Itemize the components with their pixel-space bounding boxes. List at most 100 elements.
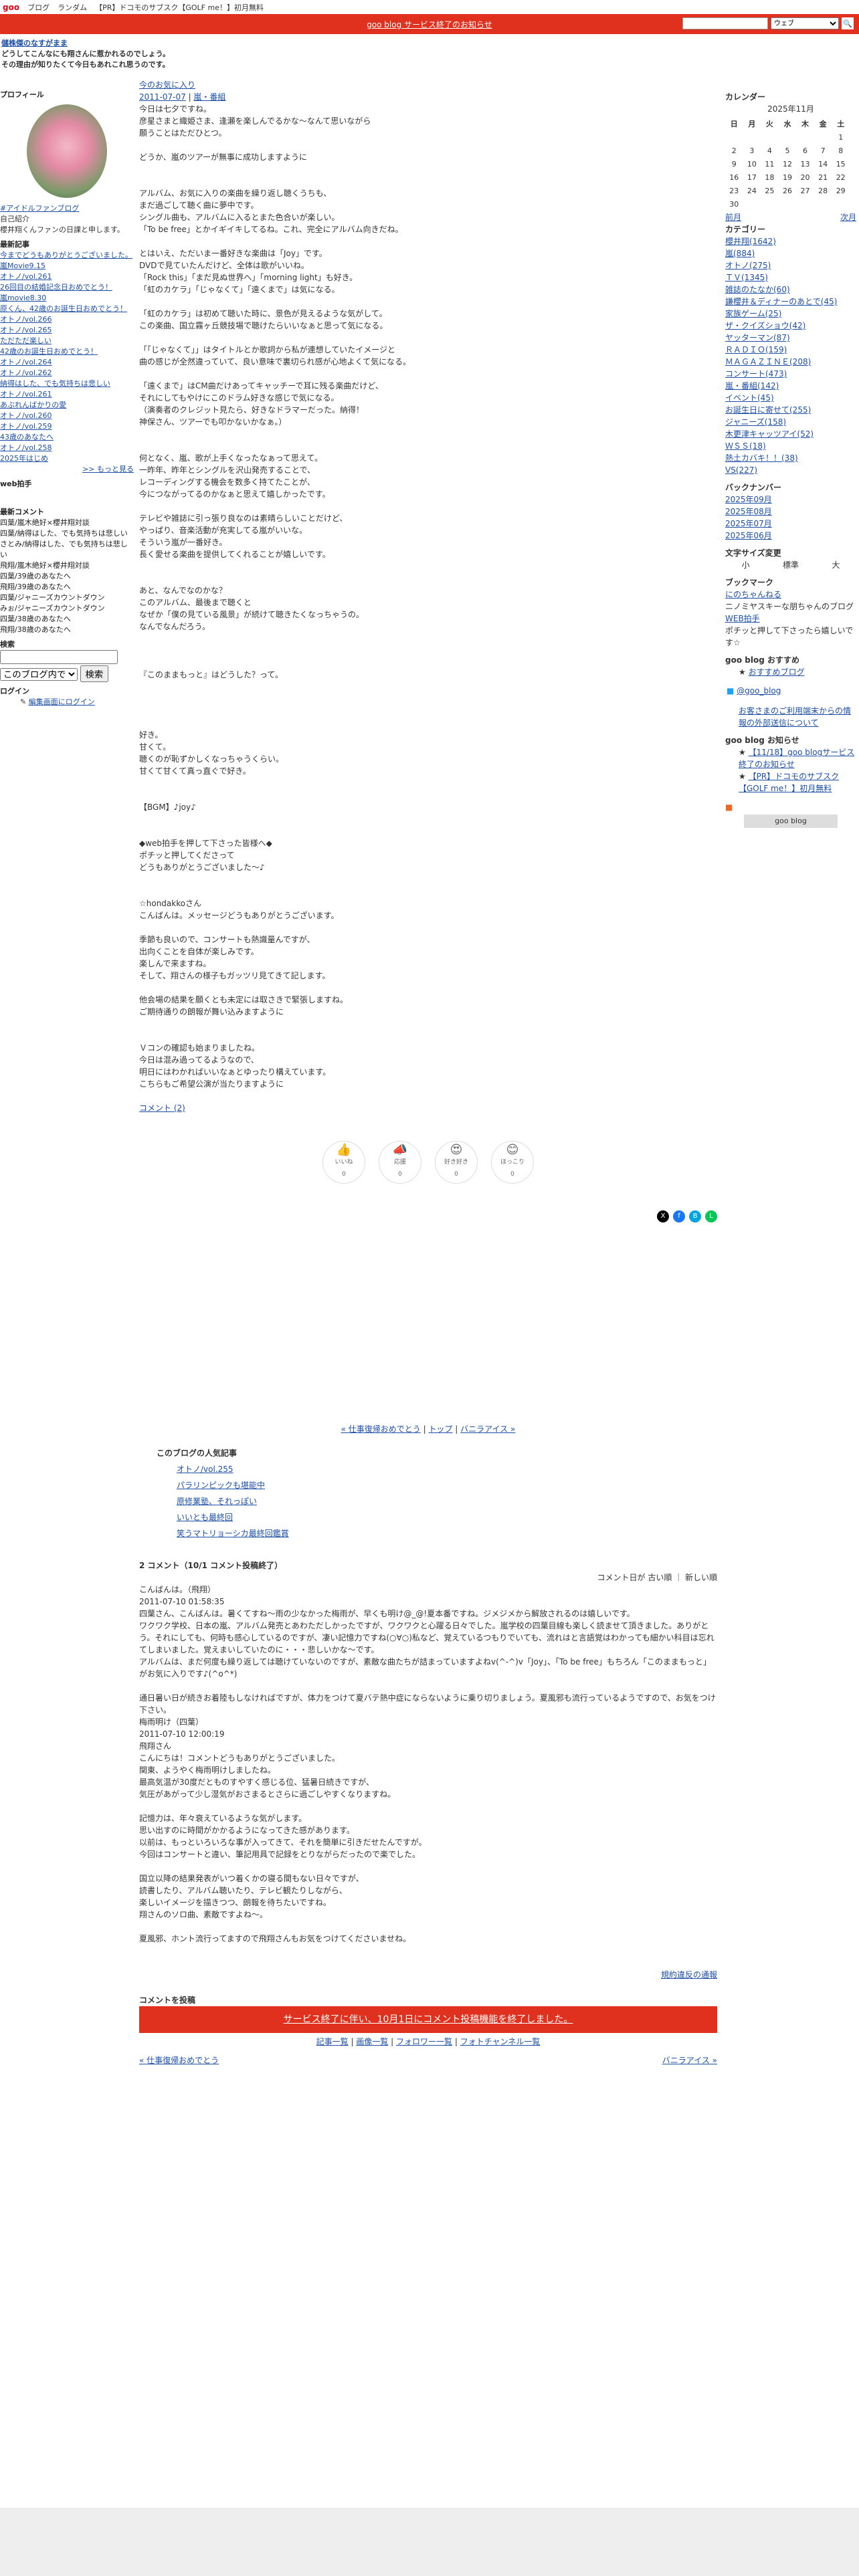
recent-item-link[interactable]: オトノ/vol.259 <box>0 422 52 431</box>
backnumber-link[interactable]: 2025年08月 <box>725 507 772 516</box>
next-post-link[interactable]: バニラアイス » <box>460 1424 515 1434</box>
goo-logo[interactable]: goo <box>3 3 19 12</box>
post-date[interactable]: 2011-07-07 <box>139 92 186 102</box>
category-item-link[interactable]: ヤッターマン(87) <box>725 333 790 342</box>
category-item-link[interactable]: ジャニーズ(158) <box>725 417 786 427</box>
twitter-link[interactable]: @goo_blog <box>737 686 781 695</box>
recent-item-link[interactable]: オトノ/vol.264 <box>0 358 52 366</box>
recent-item-link[interactable]: 原くん、42歳のお誕生日おめでとう！ <box>0 304 127 313</box>
backnumber-link[interactable]: 2025年09月 <box>725 495 772 504</box>
comment-item[interactable]: 四葉/嵐木絶好×櫻井翔対談 <box>0 518 134 528</box>
follower-list-link[interactable]: フォロワー一覧 <box>396 2037 452 2046</box>
popular-item-link[interactable]: 原修業塾、それっぽい <box>177 1495 717 1507</box>
category-item-link[interactable]: イベント(45) <box>725 393 774 403</box>
login-link[interactable]: 編集画面にログイン <box>29 697 95 706</box>
recent-item-link[interactable]: 今までどうもありがとうございました。 <box>0 251 132 259</box>
top-link-blog[interactable]: ブログ <box>27 2 50 13</box>
recent-item-link[interactable]: 納得はした、でも気持ちは悲しい <box>0 379 110 388</box>
blog-search-button[interactable]: 検索 <box>80 665 109 682</box>
recent-item-link[interactable]: ただただ楽しい <box>0 336 52 345</box>
external-info-link[interactable]: お客さまのご利用端末からの情報の外部送信について <box>739 706 851 728</box>
report-link[interactable]: 規約違反の通報 <box>661 1970 717 1979</box>
comment-item[interactable]: 四葉/納得はした、でも気持ちは悲しい <box>0 528 134 539</box>
recent-item-link[interactable]: あぶれんばかりの愛 <box>0 401 66 409</box>
recent-item-link[interactable]: 43歳のあなたへ <box>0 433 54 441</box>
blog-title[interactable]: 儲株傑のなすがまま <box>1 39 68 47</box>
font-normal-button[interactable]: 標準 <box>783 559 799 571</box>
recent-item-link[interactable]: 42歳のお誕生日おめでとう！ <box>0 347 98 356</box>
web-clap-image[interactable] <box>0 490 134 503</box>
recent-item-link[interactable]: オトノ/vol.261 <box>0 390 52 399</box>
top-link[interactable]: トップ <box>428 1424 452 1434</box>
reaction-cheer[interactable]: 📣 応援 0 <box>379 1141 421 1184</box>
calendar-prev-link[interactable]: 前月 <box>725 211 741 223</box>
category-item-link[interactable]: ＲＡＤＩＯ(159) <box>725 345 787 354</box>
post-category[interactable]: 嵐・番組 <box>193 92 225 102</box>
prev-post-link[interactable]: « 仕事復帰おめでとう <box>341 1424 421 1434</box>
category-item-link[interactable]: 木更津キャッツアイ(52) <box>725 429 814 439</box>
goo-blog-banner[interactable]: goo blog <box>744 815 838 828</box>
category-item-link[interactable]: 家族ゲーム(25) <box>725 309 781 318</box>
comment-closed-notice[interactable]: サービス終了に伴い、10月1日にコメント投稿機能を終了しました。 <box>139 2006 717 2033</box>
facebook-share-icon[interactable]: f <box>673 1210 685 1222</box>
popular-item-link[interactable]: パラリンピックも堪能中 <box>177 1479 717 1491</box>
image-list-link[interactable]: 画像一覧 <box>356 2037 388 2046</box>
photo-channel-link[interactable]: フォトチャンネル一覧 <box>460 2037 541 2046</box>
recent-item-link[interactable]: 嵐movie8.30 <box>0 294 46 302</box>
category-item-link[interactable]: 嵐(884) <box>725 249 755 258</box>
comment-count-link[interactable]: コメント (2) <box>139 1103 185 1113</box>
reaction-love[interactable]: 😍 好き好き 0 <box>435 1141 478 1184</box>
top-link-pr[interactable]: 【PR】ドコモのサブスク【GOLF me！】初月無料 <box>95 2 264 13</box>
reaction-like[interactable]: 👍 いいね 0 <box>322 1141 365 1184</box>
comment-item[interactable]: 飛翔/39歳のあなたへ <box>0 582 134 593</box>
blog-search-input[interactable] <box>0 650 118 664</box>
comment-item[interactable]: さとみ/納得はした、でも気持ちは悲しい <box>0 539 134 560</box>
category-item-link[interactable]: ＴＶ(1345) <box>725 273 768 282</box>
recent-item-link[interactable]: オトノ/vol.261 <box>0 272 52 281</box>
category-item-link[interactable]: ＷＳＳ(18) <box>725 441 766 451</box>
service-end-notice-link[interactable]: goo blog サービス終了のお知らせ <box>367 19 492 30</box>
line-share-icon[interactable]: L <box>705 1210 717 1222</box>
comment-item[interactable]: 飛翔/38歳のあなたへ <box>0 625 134 635</box>
calendar-next-link[interactable]: 次月 <box>840 211 856 223</box>
category-item-link[interactable]: ザ・クイズショウ(42) <box>725 321 805 330</box>
recent-item-link[interactable]: オトノ/vol.260 <box>0 411 52 420</box>
popular-item-link[interactable]: 笑うマトリョーシカ最終回鑑賞 <box>177 1527 717 1539</box>
category-item-link[interactable]: 熱土カバキ！！(38) <box>725 453 798 463</box>
popular-item-link[interactable]: いいとも最終回 <box>177 1511 717 1523</box>
blog-search-scope[interactable]: このブログ内で <box>0 668 78 681</box>
category-item-link[interactable]: オトノ(275) <box>725 261 771 270</box>
comment-item[interactable]: みぉ/ジャニーズカウントダウン <box>0 603 134 614</box>
top-link-random[interactable]: ランダム <box>58 2 87 13</box>
recent-item-link[interactable]: オトノ/vol.258 <box>0 443 52 452</box>
recent-item-link[interactable]: 26回目の結婚記念日おめでとう！ <box>0 283 112 292</box>
category-item-link[interactable]: 櫻井翔(1642) <box>725 237 776 246</box>
backnumber-link[interactable]: 2025年07月 <box>725 519 772 528</box>
recent-item-link[interactable]: オトノ/vol.266 <box>0 315 52 324</box>
x-share-icon[interactable]: X <box>657 1210 669 1222</box>
recent-item-link[interactable]: オトノ/vol.262 <box>0 368 52 377</box>
category-item-link[interactable]: VS(227) <box>725 465 757 475</box>
recommend-link[interactable]: おすすめブログ <box>749 667 805 677</box>
recent-item-link[interactable]: 2025年はじめ <box>0 454 48 463</box>
search-icon[interactable]: 🔍 <box>842 17 854 29</box>
rss-icon[interactable]: ■ <box>725 801 856 813</box>
search-scope-select[interactable]: ウェブ <box>771 17 839 29</box>
comment-item[interactable]: 飛翔/嵐木絶好×櫻井翔対談 <box>0 560 134 571</box>
bookmark-1-link[interactable]: にのちゃんねる <box>725 590 781 599</box>
font-large-button[interactable]: 大 <box>832 559 840 571</box>
font-small-button[interactable]: 小 <box>742 559 750 571</box>
category-item-link[interactable]: コンサート(473) <box>725 369 787 379</box>
category-item-link[interactable]: お誕生日に寄せて(255) <box>725 405 811 415</box>
backnumber-link[interactable]: 2025年06月 <box>725 531 772 540</box>
news-link-2[interactable]: 【PR】ドコモのサブスク【GOLF me！】初月無料 <box>739 772 839 793</box>
comment-item[interactable]: 四葉/ジャニーズカウントダウン <box>0 593 134 603</box>
article-list-link[interactable]: 記事一覧 <box>316 2037 349 2046</box>
next-post-link-bottom[interactable]: バニラアイス » <box>662 2054 717 2066</box>
category-item-link[interactable]: 嵐・番組(142) <box>725 381 779 391</box>
more-link[interactable]: >> もっと見る <box>82 465 134 473</box>
post-title[interactable]: 今のお気に入り <box>139 80 195 90</box>
prev-post-link-bottom[interactable]: « 仕事復帰おめでとう <box>139 2054 219 2066</box>
news-link-1[interactable]: 【11/18】goo blogサービス終了のお知らせ <box>739 748 854 769</box>
hatena-share-icon[interactable]: B <box>689 1210 701 1222</box>
